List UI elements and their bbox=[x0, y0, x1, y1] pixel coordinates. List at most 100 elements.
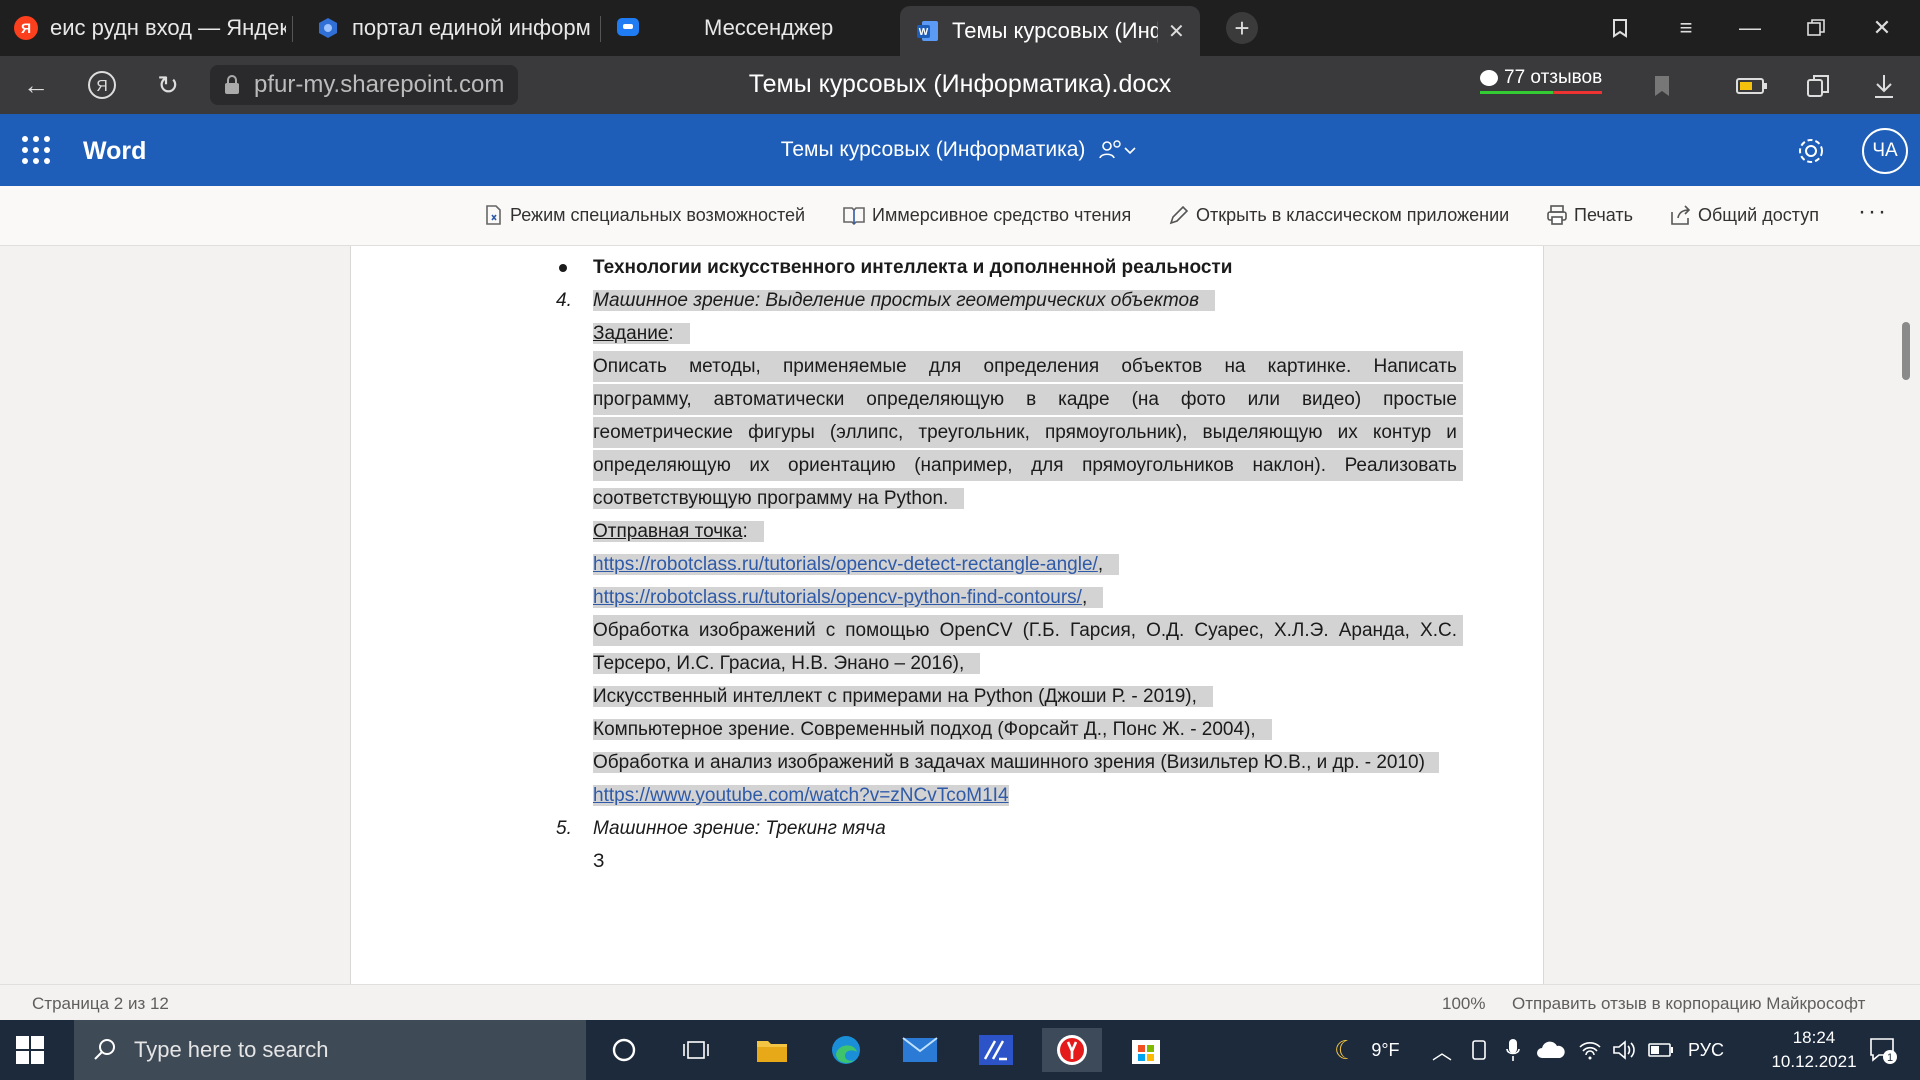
show-hidden-icons-chevron-icon[interactable]: ︿ bbox=[1432, 1020, 1452, 1080]
back-icon[interactable]: ← bbox=[16, 65, 56, 105]
task-line-2: программу, автоматически определяющую в кадр… bbox=[593, 384, 1463, 415]
battery-saver-icon[interactable] bbox=[1734, 68, 1770, 104]
new-tab-button[interactable]: + bbox=[1226, 12, 1258, 44]
app-name[interactable]: Word bbox=[83, 137, 146, 166]
task-view-icon[interactable] bbox=[666, 1028, 726, 1072]
print-button[interactable]: Печать bbox=[1546, 204, 1633, 226]
reviews-count: 77 bbox=[1504, 67, 1526, 88]
address-bar: ← Я ↻ pfur-my.sharepoint.com Темы курсов… bbox=[0, 56, 1920, 114]
document-title[interactable]: Темы курсовых (Информатика) bbox=[600, 138, 1320, 162]
word-header: Word Темы курсовых (Информатика) ЧА bbox=[0, 114, 1920, 186]
notification-center-icon[interactable]: 1 bbox=[1868, 1020, 1898, 1080]
app-launcher-icon[interactable] bbox=[22, 136, 50, 164]
reference-1: Обработка изображений с помощью OpenCV (Г.Б. Г… bbox=[593, 615, 1463, 646]
word-icon: W bbox=[916, 19, 940, 43]
tab-messenger[interactable]: Мессенджер bbox=[616, 6, 876, 50]
minimize-icon[interactable]: — bbox=[1730, 8, 1770, 48]
immersive-reader-label: Иммерсивное средство чтения bbox=[872, 204, 1132, 225]
yandex-icon: Я bbox=[14, 16, 38, 40]
bookmark-icon[interactable] bbox=[1644, 68, 1680, 104]
tab-portal[interactable]: портал единой информац bbox=[316, 6, 590, 50]
search-placeholder: Type here to search bbox=[134, 1037, 329, 1062]
accessibility-mode-button[interactable]: Режим специальных возможностей bbox=[484, 204, 805, 226]
tab-yandex-search[interactable]: Я еис рудн вход — Яндекс: н bbox=[14, 6, 286, 50]
reference-2: Искусственный интеллект с примерами на P… bbox=[593, 686, 1213, 707]
collections-icon[interactable] bbox=[1800, 68, 1836, 104]
vpn-app-icon[interactable] bbox=[966, 1028, 1026, 1072]
colon: : bbox=[668, 323, 674, 344]
meet-now-icon[interactable] bbox=[1470, 1020, 1488, 1080]
weather-widget[interactable]: ☾ 9°F bbox=[1334, 1020, 1400, 1080]
reviews-badge[interactable]: 77 отзывов bbox=[1480, 67, 1603, 94]
onedrive-cloud-icon[interactable] bbox=[1536, 1020, 1566, 1080]
yandex-home-letter: Я bbox=[96, 78, 108, 95]
volume-icon[interactable] bbox=[1612, 1020, 1636, 1080]
reference-1-cont: Терсеро, И.С. Грасиа, Н.В. Энано – 2016)… bbox=[593, 653, 981, 674]
tab-title: Мессенджер bbox=[704, 15, 834, 40]
url-text: pfur-my.sharepoint.com bbox=[254, 71, 505, 98]
edge-browser-icon[interactable] bbox=[816, 1028, 876, 1072]
notification-count: 1 bbox=[1887, 1052, 1893, 1064]
link-opencv-contours[interactable]: https://robotclass.ru/tutorials/opencv-p… bbox=[593, 587, 1082, 608]
accessibility-icon bbox=[486, 205, 501, 225]
reviews-label: отзывов bbox=[1530, 67, 1603, 88]
document-viewport[interactable]: Технологии искусственного интеллекта и д… bbox=[0, 246, 1920, 984]
close-tab-icon[interactable]: ✕ bbox=[1168, 19, 1185, 44]
taskbar-search[interactable]: Type here to search bbox=[74, 1020, 586, 1080]
link-youtube[interactable]: https://www.youtube.com/watch?v=zNCvTcoM… bbox=[593, 785, 1009, 806]
zoom-level[interactable]: 100% bbox=[1442, 994, 1485, 1014]
settings-gear-icon[interactable] bbox=[1796, 136, 1826, 166]
list-number: 4. bbox=[556, 290, 572, 311]
start-point-label: Отправная точка bbox=[593, 521, 743, 542]
user-avatar[interactable]: ЧА bbox=[1862, 128, 1908, 174]
close-window-icon[interactable]: ✕ bbox=[1862, 8, 1902, 48]
yandex-home-icon[interactable]: Я bbox=[82, 65, 122, 105]
more-options-icon[interactable]: ··· bbox=[1858, 198, 1888, 226]
lock-icon bbox=[225, 75, 239, 94]
weather-temp: 9°F bbox=[1371, 1039, 1400, 1060]
mail-icon[interactable] bbox=[890, 1028, 950, 1072]
tab-separator bbox=[600, 16, 601, 42]
svg-text:W: W bbox=[919, 27, 929, 38]
messenger-icon bbox=[616, 16, 640, 40]
system-clock[interactable]: 18:24 10.12.2021 bbox=[1764, 1026, 1864, 1074]
url-field[interactable]: pfur-my.sharepoint.com bbox=[210, 65, 519, 105]
windows-taskbar: Type here to search ☾ 9°F ︿ РУС 18:24 10… bbox=[0, 1020, 1920, 1080]
status-bar: Страница 2 из 12 100% Отправить отзыв в … bbox=[0, 984, 1920, 1020]
download-icon[interactable] bbox=[1866, 68, 1902, 104]
microphone-icon[interactable] bbox=[1506, 1020, 1520, 1080]
wifi-icon[interactable] bbox=[1578, 1020, 1602, 1080]
accessibility-label: Режим специальных возможностей bbox=[510, 204, 806, 225]
tab-separator bbox=[292, 16, 293, 42]
menu-icon[interactable]: ≡ bbox=[1666, 8, 1706, 48]
section-heading: Технологии искусственного интеллекта и д… bbox=[593, 257, 1233, 278]
share-people-chevron-icon bbox=[1099, 140, 1136, 159]
windows-start-icon[interactable] bbox=[16, 1036, 44, 1064]
task-line-3: геометрические фигуры (эллипс, треугольник,… bbox=[593, 417, 1463, 448]
microsoft-store-icon[interactable] bbox=[1116, 1028, 1176, 1072]
vertical-scrollbar-thumb[interactable] bbox=[1902, 322, 1910, 380]
tab-word-document[interactable]: W Темы курсовых (Инфор ✕ bbox=[900, 6, 1200, 56]
task-line-5: соответствующую программу на Python. bbox=[593, 488, 965, 509]
feedback-link[interactable]: Отправить отзыв в корпорацию Майкрософт bbox=[1512, 994, 1865, 1014]
restore-icon[interactable] bbox=[1796, 8, 1836, 48]
share-button[interactable]: Общий доступ bbox=[1668, 204, 1819, 226]
open-in-desktop-button[interactable]: Открыть в классическом приложении bbox=[1168, 204, 1509, 226]
immersive-reader-button[interactable]: Иммерсивное средство чтения bbox=[842, 204, 1131, 226]
input-language[interactable]: РУС bbox=[1688, 1020, 1724, 1080]
page-title: Темы курсовых (Информатика).docx bbox=[748, 70, 1172, 98]
page-counter: Страница 2 из 12 bbox=[32, 994, 169, 1013]
reload-icon[interactable]: ↻ bbox=[148, 65, 188, 105]
search-icon bbox=[94, 1039, 115, 1060]
list-number: 5. bbox=[556, 818, 572, 839]
cortana-icon[interactable] bbox=[594, 1028, 654, 1072]
yandex-browser-taskbar-icon[interactable] bbox=[1042, 1028, 1102, 1072]
comment-icon bbox=[1480, 70, 1498, 86]
file-explorer-icon[interactable] bbox=[742, 1028, 802, 1072]
share-icon bbox=[1671, 205, 1691, 225]
comma: , bbox=[1097, 554, 1104, 575]
bookmarks-panel-icon[interactable] bbox=[1600, 8, 1640, 48]
battery-icon[interactable] bbox=[1648, 1020, 1674, 1080]
link-opencv-rectangle[interactable]: https://robotclass.ru/tutorials/opencv-d… bbox=[593, 554, 1098, 575]
immersive-reader-icon bbox=[843, 207, 865, 226]
